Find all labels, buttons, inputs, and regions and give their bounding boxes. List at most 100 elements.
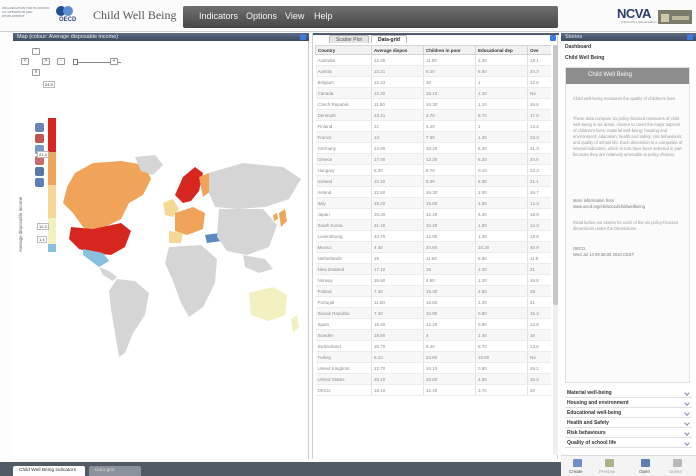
table-scrollbar[interactable] — [553, 45, 558, 455]
section-material-well-being[interactable]: Material well-being — [565, 389, 692, 398]
table-cell: 13.6 — [527, 340, 551, 352]
section-risk-behaviours[interactable]: Risk behaviours — [565, 429, 692, 438]
table-row[interactable]: United Kingdom 22.70 10.10 0.80 26.2 — [315, 362, 551, 374]
table-row[interactable]: Hungary 8.20 8.70 0.10 23.3 — [315, 164, 551, 176]
table-row[interactable]: Belgium 22.43 10 1 12.6 — [315, 76, 551, 88]
map-japan[interactable] — [279, 209, 287, 227]
table-row[interactable]: Norway 26.60 4.60 1.20 18.8 — [315, 274, 551, 286]
table-row[interactable]: Spain 16.40 12.20 0.80 13.8 — [315, 318, 551, 330]
open-button[interactable]: Open — [639, 469, 650, 474]
pan-right-button[interactable]: > — [42, 58, 50, 65]
menu-view[interactable]: View — [285, 11, 304, 21]
table-row[interactable]: Japan 20.30 12.20 6.40 18.9 — [315, 208, 551, 220]
map-southeast-asia[interactable] — [243, 255, 273, 273]
select-tool-icon[interactable] — [35, 123, 44, 132]
table-row[interactable]: Netherlands 25 11.50 8.60 11.8 — [315, 252, 551, 264]
table-row[interactable]: Luxembourg 40.70 12.90 1.30 19.8 — [315, 230, 551, 242]
open-icon[interactable] — [641, 459, 650, 467]
bottom-tab-indicators[interactable]: Child Well Being indicators — [13, 466, 85, 476]
map-africa[interactable] — [165, 245, 217, 317]
table-row[interactable]: Portugal 11.80 16.60 2.20 21 — [315, 296, 551, 308]
create-icon[interactable] — [573, 459, 582, 467]
map-asia[interactable] — [217, 209, 277, 255]
menu-indicators[interactable]: Indicators — [199, 11, 238, 21]
table-row[interactable]: Italy 18.20 15.50 1.00 12.3 — [315, 197, 551, 209]
table-row[interactable]: OECD 18.10 12.40 3.70 20 — [315, 384, 551, 396]
menu-help[interactable]: Help — [314, 11, 333, 21]
table-row[interactable]: Canada 22.40 15.10 2.10 Na — [315, 87, 551, 99]
table-panel-maximize-icon[interactable] — [550, 35, 556, 41]
table-row[interactable]: Denmark 23.21 2.70 8.70 17.0 — [315, 109, 551, 121]
table-row[interactable]: Austria 22.21 6.20 6.60 24.3 — [315, 65, 551, 77]
world-map[interactable] — [33, 143, 303, 383]
table-row[interactable]: South Korea 21.40 10.20 1.00 14.3 — [315, 219, 551, 231]
menu-options[interactable]: Options — [246, 11, 277, 21]
create-button[interactable]: Create — [569, 469, 583, 474]
map-panel-header: Map (colour: Average disposable income) — [13, 33, 309, 41]
map-korea[interactable] — [273, 213, 278, 221]
tab-data-grid[interactable]: Data-grid — [371, 35, 407, 43]
delete-icon[interactable] — [673, 459, 682, 467]
bottom-tab-data-grid[interactable]: Data grid — [89, 466, 141, 476]
table-row[interactable]: Czech Republic 11.60 10.30 1.10 16.6 — [315, 98, 551, 110]
table-row[interactable]: Poland 7.40 15.30 2.80 29 — [315, 285, 551, 297]
map-canada[interactable] — [63, 161, 151, 233]
map-norway[interactable] — [175, 167, 203, 203]
map-united-states[interactable] — [69, 223, 131, 255]
map-central-europe[interactable] — [175, 207, 205, 235]
table-cell: 19.8 — [527, 230, 551, 242]
preview-button[interactable]: Preview — [599, 469, 615, 474]
table-row[interactable]: Sweden 19.90 4 1.40 16 — [315, 329, 551, 341]
zoom-slider-handle[interactable] — [73, 59, 78, 65]
column-header-country[interactable]: Country — [315, 45, 372, 55]
column-header-overcrowding[interactable]: Ove — [527, 45, 551, 55]
map-russia[interactable] — [209, 163, 301, 209]
map-australia[interactable] — [249, 287, 287, 321]
table-row[interactable]: Germany 24.90 10.20 8.20 21.3 — [315, 142, 551, 154]
table-row[interactable]: United States 28.10 20.60 4.00 16.2 — [315, 373, 551, 385]
map-south-america[interactable] — [109, 279, 149, 357]
map-panel-maximize-icon[interactable] — [300, 34, 306, 40]
column-header-income[interactable]: Average dispos — [371, 45, 424, 55]
section-housing-environment[interactable]: Housing and environment — [565, 399, 692, 408]
table-row[interactable]: Slovak Republic 7.40 10.90 0.80 16.4 — [315, 307, 551, 319]
table-cell: 12.20 — [423, 318, 476, 330]
map-new-zealand[interactable] — [291, 315, 299, 333]
tab-scatter-plot[interactable]: Scatter Plot — [329, 35, 369, 43]
table-cell: Na — [527, 351, 551, 363]
stories-panel-maximize-icon[interactable] — [687, 34, 693, 40]
table-row[interactable]: Ireland 22.60 16.30 2.00 16.7 — [315, 186, 551, 198]
preview-icon[interactable] — [605, 459, 614, 467]
table-cell: 20.30 — [371, 208, 424, 220]
table-row[interactable]: Mexico 4.40 24.60 10.30 40.9 — [315, 241, 551, 253]
nav-dashboard[interactable]: Dashboard — [565, 44, 591, 50]
section-quality-school-life[interactable]: Quality of school life — [565, 439, 692, 448]
map-iberia[interactable] — [169, 231, 183, 243]
nav-child-well-being[interactable]: Child Well Being — [565, 55, 604, 61]
table-row[interactable]: Turkey 5.10 24.60 10.60 Na — [315, 351, 551, 363]
table-row[interactable]: Iceland 22.10 8.30 6.30 21.1 — [315, 175, 551, 187]
highlight-tool-icon[interactable] — [35, 134, 44, 143]
table-cell: 19.1 — [527, 54, 551, 66]
map-central-america[interactable] — [99, 267, 117, 281]
zoom-out-button[interactable]: - — [57, 58, 65, 65]
section-educational-well-being[interactable]: Educational well-being — [565, 409, 692, 418]
column-header-poverty[interactable]: Children in poor — [423, 45, 476, 55]
table-cell: Slovak Republic — [315, 307, 372, 319]
pan-left-button[interactable]: < — [21, 58, 29, 65]
table-row[interactable]: Greece 17.00 13.20 6.20 24.5 — [315, 153, 551, 165]
pan-down-button[interactable]: v — [32, 69, 40, 76]
table-row[interactable]: Switzerland 26.70 9.40 8.70 13.6 — [315, 340, 551, 352]
table-row[interactable]: Finland 22 4.20 1 13.2 — [315, 120, 551, 132]
table-cell: 8.20 — [371, 164, 424, 176]
pan-up-button[interactable]: ^ — [32, 48, 40, 55]
table-row[interactable]: New Zealand 17.10 15 2.40 31 — [315, 263, 551, 275]
column-header-education[interactable]: Educational dep — [475, 45, 528, 55]
table-scrollbar-thumb[interactable] — [553, 45, 558, 305]
zoom-in-button[interactable]: + — [110, 58, 118, 65]
table-row[interactable]: France 14 7.60 1.20 23.3 — [315, 131, 551, 143]
delete-button[interactable]: Delete — [669, 469, 682, 474]
story-more-info-link[interactable]: More information from www.oecd.org/els/s… — [573, 198, 683, 210]
table-row[interactable]: Australia 22.40 11.80 2.20 19.1 — [315, 54, 551, 66]
section-health-safety[interactable]: Health and Safety — [565, 419, 692, 428]
